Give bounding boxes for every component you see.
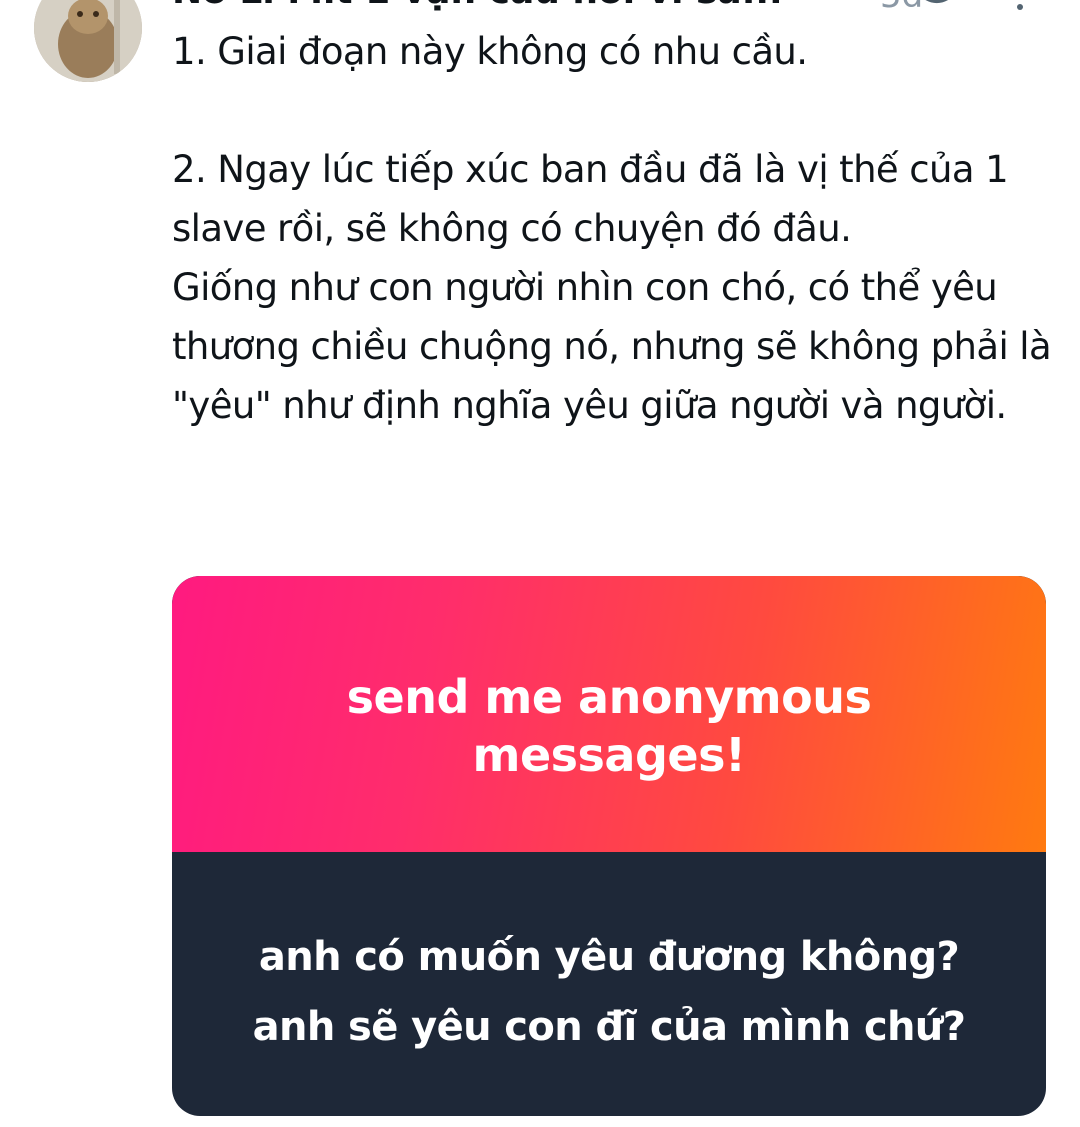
tweet-paragraph-1: 1. Giai đoạn này không có nhu cầu. xyxy=(172,30,808,73)
prompt-line-1: send me anonymous xyxy=(346,670,872,724)
tweet-time[interactable]: 5d xyxy=(880,0,923,16)
attached-image[interactable]: send me anonymous messages! anh có muốn … xyxy=(172,576,1046,1116)
grok-icon[interactable] xyxy=(918,0,958,8)
anonymous-prompt-text: send me anonymous messages! xyxy=(172,668,1046,784)
message-line-1: anh có muốn yêu đương không? xyxy=(258,934,960,980)
tweet-paragraph-3: Giống như con người nhìn con chó, có thể… xyxy=(172,266,1052,427)
more-icon[interactable] xyxy=(1010,0,1030,14)
author-name[interactable]: Nổ Li Mít 1 vạn câu hỏi vì sa... xyxy=(172,0,872,12)
anonymous-prompt-banner: send me anonymous messages! xyxy=(172,576,1046,852)
tweet-text: 1. Giai đoạn này không có nhu cầu. 2. Ng… xyxy=(172,22,1052,435)
tweet-paragraph-2: 2. Ngay lúc tiếp xúc ban đầu đã là vị th… xyxy=(172,148,1009,250)
avatar[interactable] xyxy=(34,0,142,82)
anonymous-message-text: anh có muốn yêu đương không? anh sẽ yêu … xyxy=(172,922,1046,1062)
message-line-2: anh sẽ yêu con đĩ của mình chứ? xyxy=(252,1004,966,1050)
prompt-line-2: messages! xyxy=(472,728,746,782)
avatar-image xyxy=(34,0,142,82)
